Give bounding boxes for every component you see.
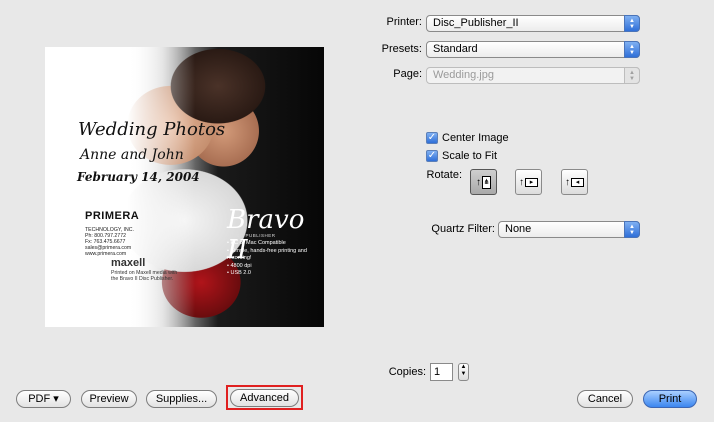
- popup-arrows-icon: ▲ ▼: [624, 221, 640, 238]
- supplies-button[interactable]: Supplies...: [146, 390, 217, 408]
- center-image-checkbox[interactable]: ✓ Center Image: [426, 132, 509, 144]
- maxell-logo: maxell: [111, 257, 146, 269]
- copies-label: Copies:: [388, 366, 426, 378]
- popup-arrows-icon: ▲ ▼: [624, 41, 640, 58]
- pdf-button[interactable]: PDF ▾: [16, 390, 71, 408]
- print-button[interactable]: Print: [643, 390, 697, 408]
- copies-stepper[interactable]: ▲ ▼: [458, 363, 469, 381]
- checkmark-icon: ✓: [426, 132, 438, 144]
- quartz-filter-popup[interactable]: None ▲ ▼: [498, 221, 640, 238]
- primera-contact: TECHNOLOGY, INC. Ph: 800.797.2772 Fx: 76…: [85, 227, 134, 257]
- printer-label: Printer:: [386, 16, 422, 28]
- feature-item: Simple, hands-free printing and recordin…: [227, 248, 324, 263]
- preview-title: Wedding Photos: [78, 119, 226, 140]
- page-label: Page:: [393, 68, 422, 80]
- printed-on-text: Printed on Maxell media with the Bravo I…: [111, 270, 177, 282]
- photo-fade: [45, 47, 195, 327]
- print-preview-image: Wedding Photos Anne and John February 14…: [45, 47, 324, 327]
- printer-value: Disc_Publisher_II: [433, 17, 519, 29]
- copies-field[interactable]: 1: [430, 363, 453, 381]
- rotate-portrait-button[interactable]: ↑ ⋔: [470, 169, 497, 195]
- page-value: Wedding.jpg: [433, 69, 494, 81]
- feature-item: PC or Mac Compatible: [227, 240, 324, 248]
- popup-arrows-icon: ▲ ▼: [624, 67, 640, 84]
- preview-date: February 14, 2004: [77, 170, 200, 184]
- printed-line: the Bravo II Disc Publisher.: [111, 276, 174, 282]
- rotate-right-button[interactable]: ↑ ◂: [561, 169, 588, 195]
- advanced-highlight-box: [226, 385, 303, 410]
- scale-to-fit-checkbox[interactable]: ✓ Scale to Fit: [426, 150, 497, 162]
- scale-to-fit-label: Scale to Fit: [442, 150, 498, 162]
- bravo-features: PC or Mac Compatible Simple, hands-free …: [227, 240, 324, 278]
- presets-label: Presets:: [381, 43, 422, 55]
- checkmark-icon: ✓: [426, 150, 438, 162]
- presets-popup[interactable]: Standard ▲ ▼: [426, 41, 640, 58]
- primera-logo: PRIMERA: [85, 210, 140, 222]
- preview-names: Anne and John: [80, 147, 184, 163]
- cancel-button[interactable]: Cancel: [577, 390, 633, 408]
- printer-popup[interactable]: Disc_Publisher_II ▲ ▼: [426, 15, 640, 32]
- feature-item: 4800 dpi: [227, 263, 324, 271]
- rotate-left-button[interactable]: ↑ ▸: [515, 169, 542, 195]
- presets-value: Standard: [433, 43, 478, 55]
- rotate-label: Rotate:: [426, 169, 462, 181]
- feature-item: USB 2.0: [227, 270, 324, 278]
- center-image-label: Center Image: [442, 132, 509, 144]
- quartz-filter-value: None: [505, 223, 532, 235]
- rotate-right-icon: ↑ ◂: [565, 177, 584, 188]
- popup-arrows-icon: ▲ ▼: [624, 15, 640, 32]
- preview-button[interactable]: Preview: [81, 390, 137, 408]
- bravo-subtitle: DISC PUBLISHER: [231, 233, 276, 238]
- quartz-filter-label: Quartz Filter:: [431, 223, 495, 235]
- rotate-left-icon: ↑ ▸: [519, 177, 538, 188]
- portrait-orientation-icon: ↑ ⋔: [476, 175, 491, 189]
- page-popup[interactable]: Wedding.jpg ▲ ▼: [426, 67, 640, 84]
